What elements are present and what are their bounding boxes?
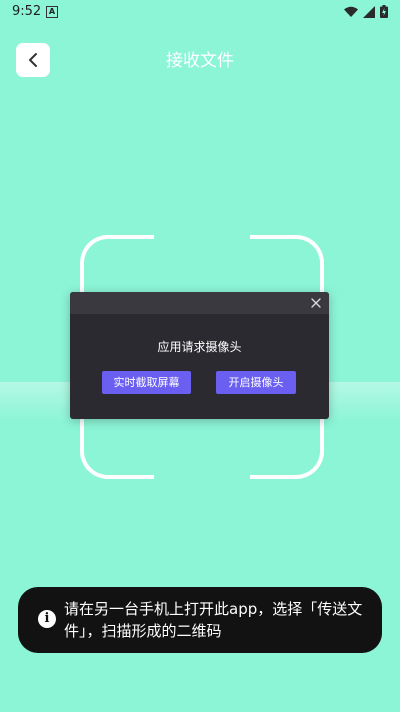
screen-capture-button[interactable]: 实时截取屏幕 xyxy=(102,371,191,394)
dialog-message: 应用请求摄像头 xyxy=(157,340,242,354)
dialog-header xyxy=(70,292,329,314)
close-icon[interactable] xyxy=(309,296,323,310)
status-bar: 9:52 A xyxy=(0,0,400,24)
open-camera-button[interactable]: 开启摄像头 xyxy=(216,371,296,394)
notification-a-icon: A xyxy=(46,6,58,18)
battery-icon xyxy=(380,5,388,18)
status-icons xyxy=(344,5,388,18)
page-title: 接收文件 xyxy=(166,51,234,71)
camera-permission-dialog: 应用请求摄像头 xyxy=(70,292,329,419)
status-time: 9:52 xyxy=(12,4,42,19)
wifi-icon xyxy=(344,6,358,17)
info-icon: i xyxy=(38,610,56,628)
toast-text: 请在另一台手机上打开此app，选择「传送文件」，扫描形成的二维码 xyxy=(64,600,363,640)
instruction-toast: i 请在另一台手机上打开此app，选择「传送文件」，扫描形成的二维码 xyxy=(18,587,382,653)
signal-icon xyxy=(363,5,375,18)
